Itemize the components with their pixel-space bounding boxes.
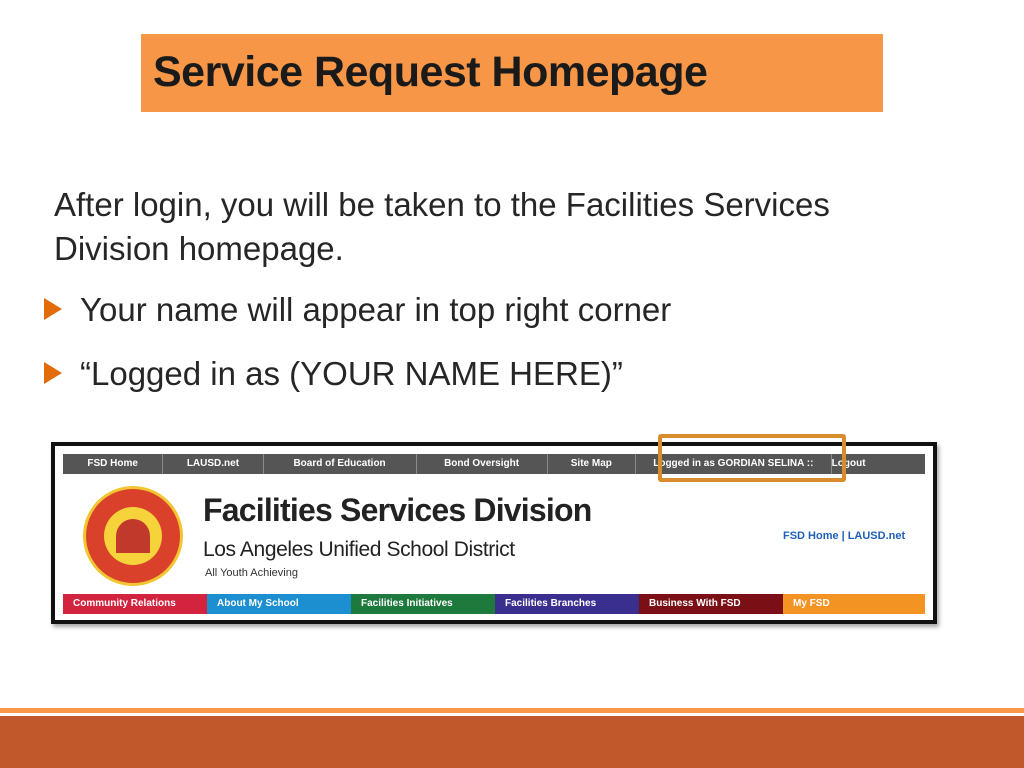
arrow-bullet-icon <box>44 298 62 321</box>
top-nav-bond-oversight[interactable]: Bond Oversight <box>417 454 548 474</box>
login-name-highlight <box>658 434 846 482</box>
site-subtitle: Los Angeles Unified School District <box>203 538 515 561</box>
homepage-screenshot: FSD Home LAUSD.net Board of Education Bo… <box>51 434 937 624</box>
nav-business-with-fsd[interactable]: Business With FSD <box>639 594 783 614</box>
slide-title-box: Service Request Homepage <box>141 34 883 112</box>
site-title: Facilities Services Division <box>203 492 592 528</box>
nav-facilities-branches[interactable]: Facilities Branches <box>495 594 639 614</box>
bullet-item: Your name will appear in top right corne… <box>44 290 671 330</box>
bullet-text: Your name will appear in top right corne… <box>80 291 672 328</box>
top-nav-board-of-education[interactable]: Board of Education <box>264 454 417 474</box>
nav-my-fsd[interactable]: My FSD <box>783 594 925 614</box>
bullet-text: “Logged in as (YOUR NAME HERE)” <box>80 355 623 392</box>
quick-link-fsd-home[interactable]: FSD Home <box>783 530 839 542</box>
nav-facilities-initiatives[interactable]: Facilities Initiatives <box>351 594 495 614</box>
link-separator: | <box>841 530 845 542</box>
quick-link-lausd[interactable]: LAUSD.net <box>848 530 905 542</box>
site-tagline: All Youth Achieving <box>205 567 298 579</box>
lausd-seal-logo <box>83 486 183 586</box>
nav-about-my-school[interactable]: About My School <box>207 594 351 614</box>
quick-links: FSD Home | LAUSD.net <box>783 530 905 542</box>
top-nav-site-map[interactable]: Site Map <box>548 454 637 474</box>
slide-title: Service Request Homepage <box>153 48 708 96</box>
nav-community-relations[interactable]: Community Relations <box>63 594 207 614</box>
intro-text: After login, you will be taken to the Fa… <box>54 186 830 267</box>
bullet-item: “Logged in as (YOUR NAME HERE)” <box>44 354 623 394</box>
top-nav-fsd-home[interactable]: FSD Home <box>63 454 164 474</box>
footer-bar <box>0 716 1024 768</box>
arrow-bullet-icon <box>44 362 62 385</box>
section-navigation: Community Relations About My School Faci… <box>63 594 925 614</box>
seal-arch <box>116 519 150 553</box>
top-nav-lausd[interactable]: LAUSD.net <box>163 454 264 474</box>
footer-accent-line <box>0 708 1024 713</box>
